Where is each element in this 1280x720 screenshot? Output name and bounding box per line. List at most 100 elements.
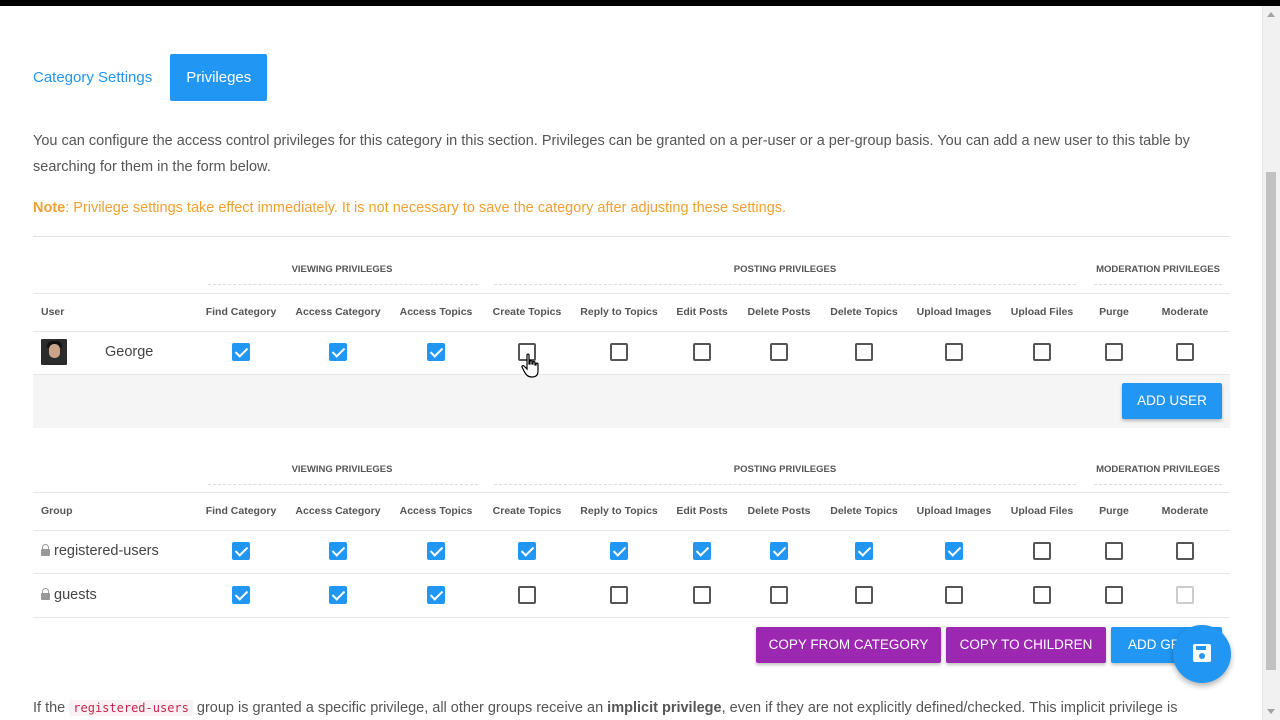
scrollbar-thumb[interactable] [1266,172,1276,670]
checkbox-access-topics[interactable] [427,586,445,604]
add-user-area: ADD USER [33,375,1230,428]
viewing-group-label-2: VIEWING PRIVILEGES [291,464,393,475]
checkbox-upload-files[interactable] [1033,343,1051,361]
scroll-down-icon[interactable] [1267,709,1275,714]
checkbox-delete-topics[interactable] [855,586,873,604]
checkbox-upload-images[interactable] [945,586,963,604]
tab-category-settings[interactable]: Category Settings [33,54,170,101]
posting-group-line-2 [494,484,1076,485]
checkbox-reply-to-topics[interactable] [610,343,628,361]
column-header-edit-posts: Edit Posts [676,306,728,318]
posting-group-line [494,284,1076,285]
column-header-access-topics: Access Topics [399,505,473,517]
column-header-purge: Purge [1099,505,1129,517]
column-header-delete-topics: Delete Topics [830,505,898,517]
checkbox-create-topics[interactable] [518,542,536,560]
divider [33,236,1230,237]
checkbox-edit-posts[interactable] [693,586,711,604]
moderation-group-label-2: MODERATION PRIVILEGES [1096,464,1220,475]
tabs: Category Settings Privileges [33,54,268,101]
checkbox-purge[interactable] [1105,586,1123,604]
checkbox-access-category[interactable] [329,586,347,604]
group-name: guests [41,574,97,617]
checkbox-find-category[interactable] [232,542,250,560]
column-header-reply-to-topics: Reply to Topics [580,306,658,318]
column-header-upload-images: Upload Images [916,306,992,318]
checkbox-delete-posts[interactable] [770,343,788,361]
column-header-delete-topics: Delete Topics [830,306,898,318]
checkbox-access-topics[interactable] [427,542,445,560]
viewing-group-line-2 [208,484,478,485]
lock-icon [41,588,50,600]
column-header-delete-posts: Delete Posts [747,505,811,517]
checkbox-upload-files[interactable] [1033,586,1051,604]
column-header-find-category: Find Category [205,505,277,517]
checkbox-reply-to-topics[interactable] [610,542,628,560]
user-table-header: User Find Category Access Category Access … [33,293,1230,332]
posting-group-label-2: POSTING PRIVILEGES [733,464,837,475]
viewing-group-line [208,284,478,285]
checkbox-moderate[interactable] [1176,586,1194,604]
checkbox-reply-to-topics[interactable] [610,586,628,604]
lock-icon [41,544,50,556]
checkbox-purge[interactable] [1105,343,1123,361]
implicit-privilege-bold: implicit privilege [607,700,722,716]
checkbox-upload-files[interactable] [1033,542,1051,560]
user-name: George [105,344,154,360]
column-header-access-category: Access Category [295,306,381,318]
tab-privileges[interactable]: Privileges [170,54,268,101]
user-column-header: User [41,306,65,318]
top-bar [0,0,1280,6]
checkbox-upload-images[interactable] [945,542,963,560]
implicit-privilege-text: If the registered-users group is granted… [33,697,1243,719]
column-header-access-topics: Access Topics [399,306,473,318]
checkbox-delete-posts[interactable] [770,586,788,604]
group-name-label: registered-users [54,543,159,559]
checkbox-access-category[interactable] [329,542,347,560]
checkbox-edit-posts[interactable] [693,343,711,361]
copy-from-category-button[interactable]: COPY FROM CATEGORY [756,627,941,663]
moderation-group-label: MODERATION PRIVILEGES [1096,264,1220,275]
registered-users-code: registered-users [69,700,193,716]
checkbox-edit-posts[interactable] [693,542,711,560]
moderation-group-line-2 [1094,484,1222,485]
checkbox-find-category[interactable] [232,343,250,361]
group-column-header: Group [41,505,73,517]
checkbox-purge[interactable] [1105,542,1123,560]
column-header-edit-posts: Edit Posts [676,505,728,517]
group-table-header: Group Find Category Access Category Access… [33,492,1230,531]
note-label: Note [33,200,66,216]
add-user-button[interactable]: ADD USER [1122,383,1222,419]
posting-group-label: POSTING PRIVILEGES [733,264,837,275]
column-header-access-category: Access Category [295,505,381,517]
checkbox-delete-topics[interactable] [855,343,873,361]
checkbox-access-category[interactable] [329,343,347,361]
bottom-middle: group is granted a specific privilege, a… [192,700,608,716]
checkbox-create-topics[interactable] [518,586,536,604]
checkbox-find-category[interactable] [232,586,250,604]
column-header-delete-posts: Delete Posts [747,306,811,318]
save-fab[interactable] [1173,625,1231,683]
scrollbar[interactable] [1262,6,1280,720]
column-header-upload-images: Upload Images [916,505,992,517]
column-header-upload-files: Upload Files [1010,306,1074,318]
floppy-disk-icon [1193,644,1211,662]
hand-cursor-icon [521,353,539,378]
table-row: guests [33,574,1230,618]
column-header-create-topics: Create Topics [492,505,562,517]
checkbox-delete-topics[interactable] [855,542,873,560]
column-header-create-topics: Create Topics [492,306,562,318]
checkbox-moderate[interactable] [1176,542,1194,560]
table-row: registered-users [33,530,1230,574]
checkbox-delete-posts[interactable] [770,542,788,560]
scroll-up-icon[interactable] [1267,12,1275,17]
column-header-moderate: Moderate [1161,505,1209,517]
moderation-group-line [1094,284,1222,285]
bottom-suffix: , even if they are not explicitly define… [721,700,1178,716]
bottom-prefix: If the [33,700,70,716]
checkbox-moderate[interactable] [1176,343,1194,361]
column-header-upload-files: Upload Files [1010,505,1074,517]
checkbox-access-topics[interactable] [427,343,445,361]
copy-to-children-button[interactable]: COPY TO CHILDREN [946,627,1106,663]
checkbox-upload-images[interactable] [945,343,963,361]
